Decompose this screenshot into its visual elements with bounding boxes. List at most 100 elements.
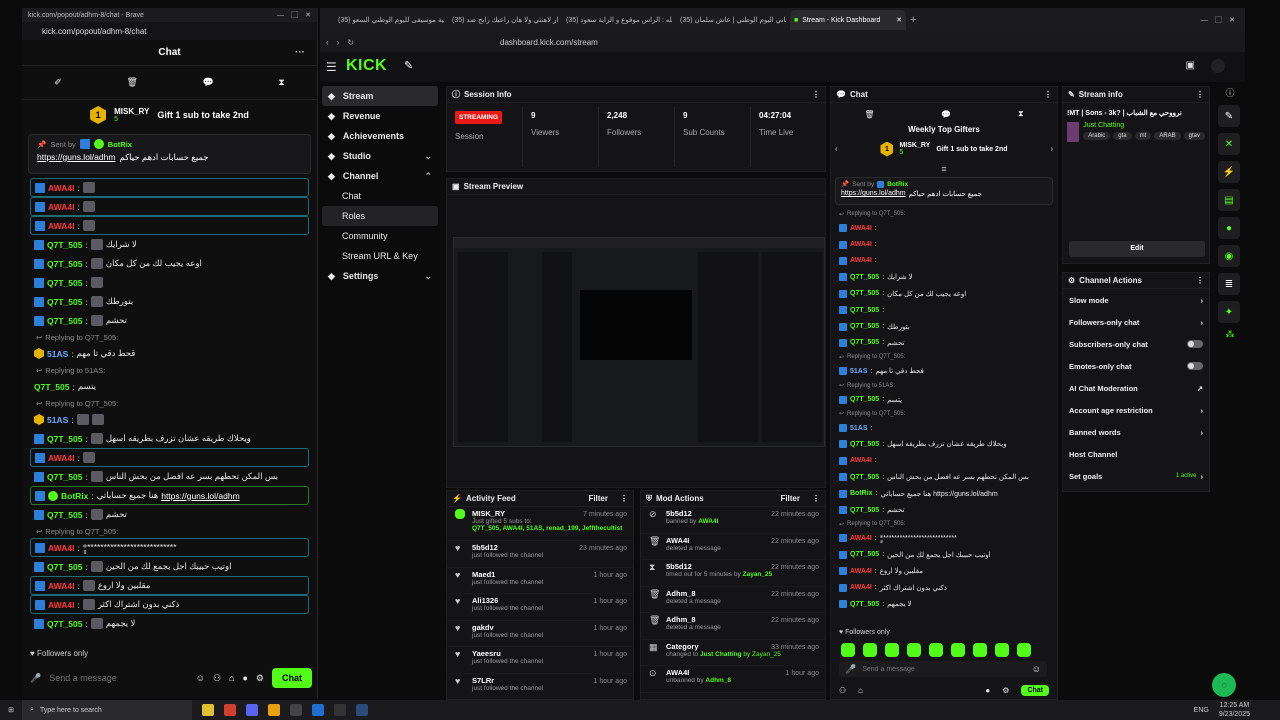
tag-chip[interactable]: gtav [1183,132,1205,140]
list-item[interactable]: 51AS: قحط دقي تا مهم [22,344,317,363]
address-bar[interactable]: ‹ › ↻ dashboard.kick.com/stream [320,32,1245,52]
list-item[interactable]: Q7T_505: تحشم [22,505,317,524]
more-icon[interactable]: ··· [295,47,305,58]
sidebar-item-stream[interactable]: ◆ Stream [322,86,438,106]
gift-icon[interactable]: ⌂ [229,673,234,683]
dchat-message-input[interactable] [862,665,1026,673]
tag-chip[interactable]: mt [1134,132,1152,140]
stats-icon[interactable]: ⚇ [213,673,221,684]
activity-item[interactable]: ♥ 5b5d12 just followed the channel 23 minut… [447,541,633,568]
app-icon[interactable] [290,704,302,716]
timer-tool-icon[interactable]: ⧗ [278,77,284,88]
chat-line[interactable]: Q7T_505: [831,302,1057,318]
chat-line[interactable]: 51AS: قحط دقي تا مهم [831,363,1057,379]
list-item[interactable]: Q7T_505: يتسم [22,377,317,396]
windows-start-icon[interactable]: ⊞ [0,706,22,714]
activity-item[interactable]: ♥ gakdv just followed the channel 1 hour ag… [447,621,633,647]
popout-message-input[interactable] [49,673,188,683]
channel-action-item[interactable]: Emotes-only chat [1063,355,1209,377]
window-controls[interactable]: — ▢ ✕ [277,10,311,20]
layers-icon[interactable]: ≣ [1218,273,1240,295]
activity-item[interactable]: ♥ Yaeesru just followed the channel 1 hour … [447,647,633,674]
sidebar-item-stream-url-key[interactable]: Stream URL & Key [322,246,438,266]
bolt-icon[interactable]: ⚡ [1218,161,1240,183]
pin-link[interactable]: https://guns.lol/adhm [37,152,115,163]
wrench-icon[interactable]: ✦ [1218,301,1240,323]
app-icon[interactable] [334,704,346,716]
toggle-switch[interactable] [1187,362,1203,370]
category-name[interactable]: Just Chatting [1083,122,1205,129]
mod-action-item[interactable]: ⊙ AWA4I unbanned by Adhm_8 1 hour ago [641,666,825,693]
mod-action-item[interactable]: ⧗ 5b5d12 timed out for 5 minutes by Zayan_… [641,560,825,587]
list-item[interactable]: Q7T_505: ويحلاك طريقه عشان تزرف بطريقه اس… [22,429,317,448]
activity-filter-button[interactable]: Filter [588,494,608,503]
dchat-chat-button[interactable]: Chat [1021,685,1049,696]
sidebar-item-revenue[interactable]: ◆ Revenue [322,106,438,126]
crosshair-icon[interactable]: ✕ [1218,133,1240,155]
popout-chat-button[interactable]: Chat [272,668,312,688]
chat-line[interactable]: Q7T_505: يتسم [831,392,1057,408]
chat-line[interactable]: 51AS: [831,420,1057,436]
emote-icon[interactable] [929,643,943,657]
tab-2[interactable]: (35) إذار لاهنتي ولا هان راعيك رابح ضد..… [448,10,558,30]
tag-chip[interactable]: gta [1113,132,1132,140]
list-item[interactable]: Q7T_505: تحشم [22,311,317,330]
sidebar-item-channel[interactable]: ◆ Channel ⌃ [322,166,438,186]
bubble-icon[interactable]: ● [985,686,990,695]
list-item[interactable]: AWA4I: [30,216,309,235]
list-item[interactable]: Q7T_505: [22,273,317,292]
sidebar-item-community[interactable]: Community [322,226,438,246]
dchat-pin-link[interactable]: https://guns.lol/adhm [841,190,906,198]
chat-line[interactable]: AWA4I: مقلبين ولا اروع [831,563,1057,579]
settings-icon[interactable]: ⚙ [1002,686,1009,695]
emoji-icon[interactable]: ☺ [1032,664,1041,674]
steam-icon[interactable] [356,704,368,716]
chat-line[interactable]: Q7T_505: تحشم [831,335,1057,351]
sidebar-item-settings[interactable]: ◆ Settings ⌄ [322,266,438,286]
creator-tools-icon[interactable]: ✎ [404,59,413,72]
app-icon[interactable] [312,704,324,716]
list-item[interactable]: Q7T_505: لا يجمهم [22,614,317,633]
channel-action-item[interactable]: AI Chat Moderation ↗ [1063,377,1209,399]
avatar[interactable] [1211,59,1225,73]
tab-1[interactable]: (35) أغنية موسيقى لليوم الوطني السعو... [334,10,444,30]
menu-icon[interactable]: ☰ [326,60,337,74]
list-item[interactable]: AWA4I: [30,197,309,216]
pin-tool-icon[interactable]: ✐ [54,77,62,88]
channel-action-item[interactable]: Subscribers-only chat [1063,333,1209,355]
language-indicator[interactable]: ENG [1194,707,1209,714]
brave-icon[interactable] [224,704,236,716]
toggle-switch[interactable] [1187,340,1203,348]
broadcast-icon[interactable]: ◉ [1218,245,1240,267]
prev-icon[interactable]: ‹ [835,146,837,153]
tag-chip[interactable]: Arabic [1083,132,1111,140]
more-icon[interactable]: ⋮ [1044,90,1052,99]
channel-action-item[interactable]: Host Channel [1063,443,1209,465]
channel-action-item[interactable]: Slow mode › [1063,289,1209,311]
emoji-icon[interactable]: ☺ [196,673,205,683]
mod-action-item[interactable]: 🗑 Adhm_8 deleted a message 22 minutes ago [641,587,825,613]
chat-line[interactable]: AWA4I: [831,236,1057,252]
list-item[interactable]: 51AS: [22,410,317,429]
list-item[interactable]: AWA4I: ذكني بدون اشتراك اكثر [30,595,309,614]
close-tab-icon[interactable]: ✕ [896,16,906,24]
activity-item[interactable]: ♥ Maed1 just followed the channel 1 hour ag… [447,568,633,594]
gift-cta[interactable]: Gift 1 sub to take 2nd [157,110,249,120]
activity-item[interactable]: ♥ S7LRr just followed the channel 1 hour ag… [447,674,633,700]
chat-line[interactable]: Q7T_505: ويحلاك طريقه عشان تزرف بطريقه اس… [831,436,1057,452]
activity-item[interactable]: ♥ Ali1326 just followed the channel 1 hour … [447,594,633,621]
chat-line[interactable]: Q7T_505: اوعه يجيب لك من كل مكان [831,286,1057,302]
channel-action-item[interactable]: Followers-only chat › [1063,311,1209,333]
chat-tool-icon[interactable]: 💬 [203,77,214,88]
chat-line[interactable]: AWA4I: ذكني بدون اشتراك اكثر [831,579,1057,595]
edit-stream-info-button[interactable]: Edit [1069,241,1205,257]
timer-tool-icon[interactable]: ⧗ [1018,109,1024,119]
more-icon[interactable]: ⋮ [1196,90,1204,99]
trash-tool-icon[interactable]: 🗑 [864,110,874,119]
mic-icon[interactable]: 🎤 [30,673,41,684]
mod-action-item[interactable]: ▦ Category changed to Just Chatting by Zay… [641,640,825,666]
edit-icon[interactable]: ✎ [1218,105,1240,127]
chat-line[interactable]: AWA4I:ٍ*ٍ*************************** [831,530,1057,546]
list-item[interactable]: AWA4I: [30,448,309,467]
tab-kick-dashboard[interactable]: ■ Stream - Kick Dashboard ✕ [790,10,906,30]
